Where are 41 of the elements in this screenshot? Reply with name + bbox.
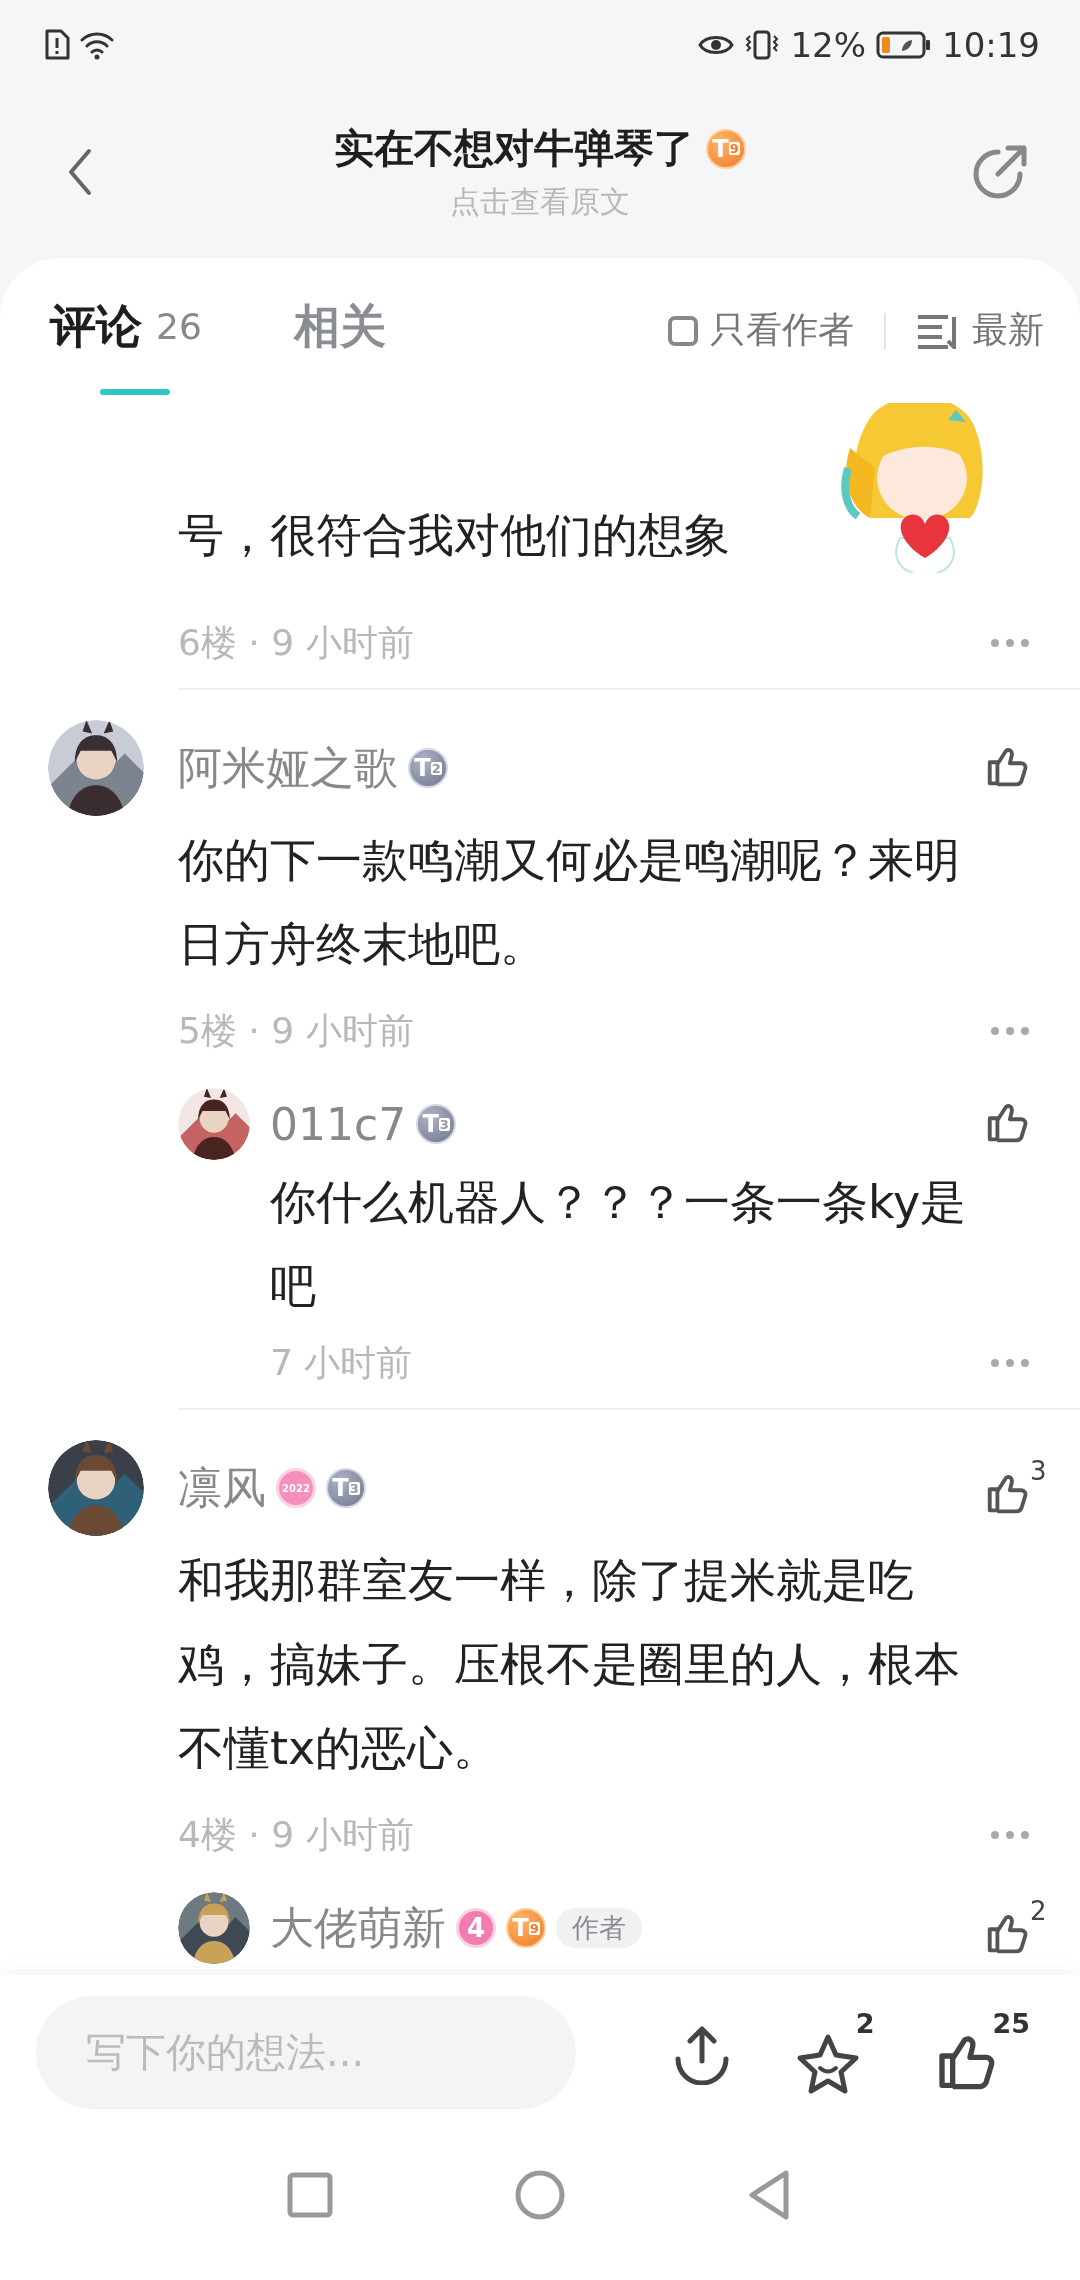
- more-icon[interactable]: [990, 1026, 1030, 1036]
- author-only-label[interactable]: 只看作者: [710, 306, 854, 355]
- tab[interactable]: 评论 26: [50, 258, 202, 403]
- battery-percent: 12%: [790, 25, 866, 65]
- checkbox[interactable]: [668, 315, 698, 346]
- user-name[interactable]: 阿米娅之歌: [178, 738, 398, 798]
- comment-text: 不懂tx的恶心。: [178, 1720, 501, 1777]
- comment-text: 你什么机器人？？？一条一条ky是: [270, 1174, 968, 1231]
- favorite-button[interactable]: 2: [793, 2009, 875, 2096]
- like-button[interactable]: 2: [984, 1898, 1056, 1958]
- post-title: 实在不想对牛弹琴了: [334, 124, 694, 173]
- comment-text: 号，很符合我对他们的想象: [178, 507, 730, 564]
- more-icon[interactable]: [990, 638, 1030, 648]
- clock-time: 10:19: [942, 25, 1040, 65]
- comment-meta: 6楼 · 9 小时前: [178, 620, 414, 665]
- sim-alert-icon: [44, 29, 70, 61]
- comment-text: 和我那群室友一样，除了提米就是吃: [178, 1552, 915, 1609]
- more-icon[interactable]: [990, 1358, 1030, 1368]
- comment-text: 鸡，搞妹子。压根不是圈里的人，根本: [178, 1636, 961, 1693]
- wifi-icon: [80, 30, 116, 60]
- battery-icon: [876, 31, 932, 59]
- comment-text: 日方舟终末地吧。: [178, 916, 547, 973]
- comment-text: 你的下一款鸣潮又何必是鸣潮呢？来明: [178, 832, 961, 889]
- tab[interactable]: 相关: [293, 258, 386, 403]
- user-name[interactable]: 凛风: [178, 1458, 266, 1518]
- anniversary-badge: 2022: [276, 1468, 316, 1508]
- like-button[interactable]: 25: [934, 2009, 1030, 2096]
- comment-meta: 7 小时前: [270, 1340, 413, 1385]
- recent-apps-button[interactable]: [286, 2171, 334, 2219]
- comment-text: 吧: [270, 1258, 317, 1315]
- author-tag: 作者: [556, 1908, 642, 1948]
- user-name[interactable]: 大佬萌新: [270, 1898, 446, 1958]
- vibrate-icon: [744, 30, 781, 60]
- comment-meta: 5楼 · 9 小时前: [178, 1008, 414, 1053]
- level-badge: 4: [456, 1908, 496, 1948]
- more-icon[interactable]: [990, 1830, 1030, 1840]
- sort-button[interactable]: 最新: [916, 306, 1044, 355]
- comment-meta: 4楼 · 9 小时前: [178, 1812, 414, 1857]
- home-button[interactable]: [514, 2169, 566, 2221]
- user-name[interactable]: 011c7: [270, 1098, 407, 1150]
- like-button[interactable]: 3: [984, 1458, 1056, 1518]
